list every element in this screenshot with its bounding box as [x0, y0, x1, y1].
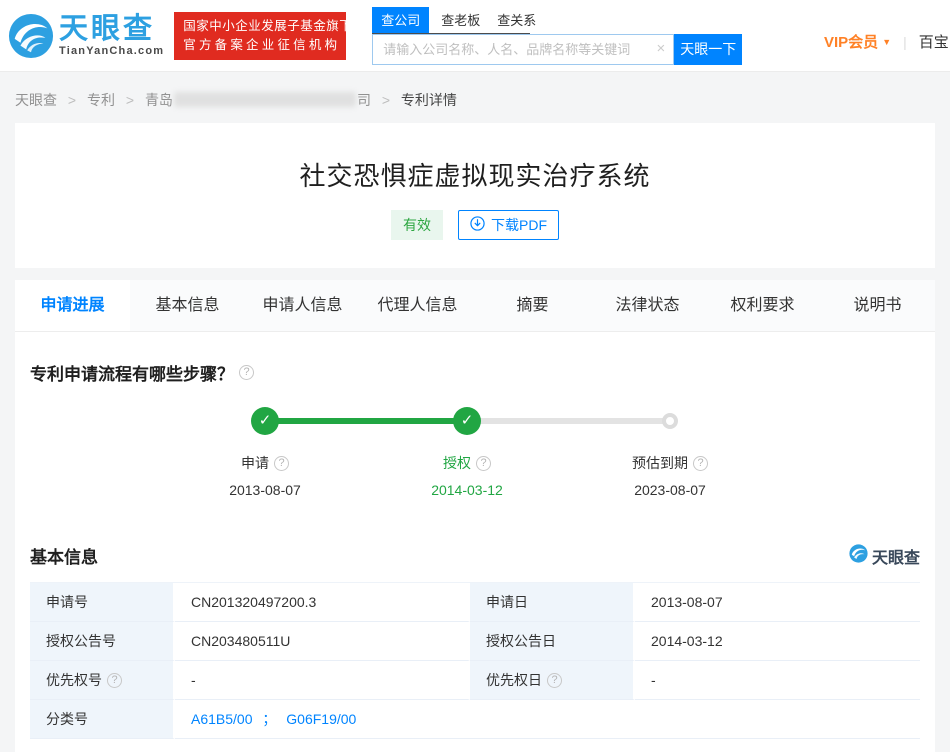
tab-abstract[interactable]: 摘要 — [475, 280, 590, 331]
grant-publication-date: 2014-03-12 — [635, 622, 920, 661]
redacted-company-name — [173, 92, 356, 107]
tianyancha-swirl-icon — [8, 13, 54, 59]
breadcrumb: 天眼查 > 专利 > 青岛司 > 专利详情 — [0, 72, 950, 123]
table-label: 分类号 — [30, 700, 175, 739]
breadcrumb-company[interactable]: 青岛司 — [145, 92, 371, 108]
patent-title-card: 社交恐惧症虚拟现实治疗系统 有效 下载PDF — [15, 123, 935, 268]
priority-number: - — [175, 661, 470, 700]
basic-info-section-title: 基本信息 — [30, 548, 98, 567]
progress-section-title: 专利申请流程有哪些步骤？ — [30, 365, 234, 384]
clear-icon[interactable]: × — [656, 40, 665, 57]
breadcrumb-separator: > — [125, 92, 135, 108]
tab-applicant-info[interactable]: 申请人信息 — [245, 280, 360, 331]
grant-publication-number: CN203480511U — [175, 622, 470, 661]
watermark-text: 天眼查 — [871, 549, 920, 567]
badge-line2: 官方备案企业征信机构 — [183, 37, 341, 52]
classification-numbers: A61B5/00 ； G06F19/00 — [175, 700, 920, 739]
brand-domain: TianYanCha.com — [59, 45, 165, 57]
patent-detail-card: 申请进展 基本信息 申请人信息 代理人信息 摘要 法律状态 权利要求 说明书 专… — [15, 280, 935, 752]
status-badge: 有效 — [391, 210, 443, 240]
breadcrumb-separator: > — [67, 92, 77, 108]
table-label: 授权公告号 — [30, 622, 175, 661]
timeline-step-application: 申请 ? 2013-08-07 — [180, 453, 350, 498]
application-date-value: 2013-08-07 — [635, 583, 920, 622]
download-pdf-button[interactable]: 下载PDF — [458, 210, 559, 240]
search-tab-boss[interactable]: 查老板 — [441, 7, 480, 33]
check-circle-icon: ✓ — [251, 407, 279, 435]
header-search-area: 查公司 查老板 查关系 × 天眼一下 — [372, 6, 743, 65]
detail-tabs: 申请进展 基本信息 申请人信息 代理人信息 摘要 法律状态 权利要求 说明书 — [15, 280, 935, 332]
table-label: 申请号 — [30, 583, 175, 622]
breadcrumb-current: 专利详情 — [400, 92, 457, 108]
classification-link[interactable]: G06F19/00 — [286, 711, 356, 727]
search-tab-company[interactable]: 查公司 — [372, 6, 430, 33]
site-header: 天眼查 TianYanCha.com 国家中小企业发展子基金旗下 官方备案企业征… — [0, 0, 950, 72]
breadcrumb-patent-section[interactable]: 专利 — [87, 92, 115, 108]
application-number: CN201320497200.3 — [175, 583, 470, 622]
caret-down-icon[interactable]: ▼ — [882, 37, 891, 47]
tab-agent-info[interactable]: 代理人信息 — [360, 280, 475, 331]
pending-ring-icon — [662, 413, 678, 429]
treasure-box-link[interactable]: 百宝 — [919, 31, 949, 52]
vip-member-link[interactable]: VIP会员 — [824, 31, 878, 52]
help-icon[interactable]: ? — [476, 455, 491, 471]
classification-link[interactable]: A61B5/00 — [191, 711, 253, 727]
table-label: 优先权号 ? — [30, 661, 175, 700]
priority-date: - — [635, 661, 920, 700]
tab-legal-status[interactable]: 法律状态 — [590, 280, 705, 331]
basic-info-table: 申请号 CN201320497200.3 申请日 2013-08-07 授权公告… — [30, 582, 920, 739]
download-icon — [470, 216, 485, 234]
gov-certification-badge: 国家中小企业发展子基金旗下 官方备案企业征信机构 — [174, 11, 353, 60]
application-date: 2013-08-07 — [229, 482, 301, 498]
tab-specification[interactable]: 说明书 — [820, 280, 935, 331]
tianyancha-swirl-icon — [849, 543, 868, 568]
help-icon[interactable]: ? — [107, 672, 122, 688]
check-circle-icon: ✓ — [453, 407, 481, 435]
table-label: 申请日 — [470, 583, 635, 622]
table-label: 优先权日 ? — [470, 661, 635, 700]
timeline-step-grant: 授权 ? 2014-03-12 — [382, 453, 552, 498]
tab-claims[interactable]: 权利要求 — [705, 280, 820, 331]
breadcrumb-separator: > — [381, 92, 391, 108]
search-button[interactable]: 天眼一下 — [674, 33, 743, 65]
badge-line1: 国家中小企业发展子基金旗下 — [183, 18, 353, 33]
tab-basic-info[interactable]: 基本信息 — [130, 280, 245, 331]
tianyancha-watermark: 天眼查 — [849, 543, 920, 568]
search-tab-relation[interactable]: 查关系 — [497, 7, 536, 33]
help-icon[interactable]: ? — [547, 672, 562, 688]
tab-application-progress[interactable]: 申请进展 — [15, 280, 130, 331]
vertical-divider: | — [903, 33, 907, 50]
timeline-segment-done — [265, 418, 467, 424]
search-input[interactable] — [372, 33, 675, 65]
brand-name: 天眼查 — [59, 13, 156, 45]
search-type-tabs: 查公司 查老板 查关系 — [372, 6, 536, 34]
patent-title: 社交恐惧症虚拟现实治疗系统 — [299, 161, 651, 191]
help-icon[interactable]: ? — [239, 365, 254, 380]
help-icon[interactable]: ? — [693, 455, 708, 471]
grant-date: 2014-03-12 — [431, 482, 503, 498]
tianyancha-logo[interactable]: 天眼查 TianYanCha.com — [8, 13, 164, 59]
breadcrumb-home[interactable]: 天眼查 — [15, 92, 57, 108]
table-label: 授权公告日 — [470, 622, 635, 661]
link-separator: ； — [262, 711, 277, 727]
timeline-step-expiry: 预估到期 ? 2023-08-07 — [585, 453, 755, 498]
estimated-expiry-date: 2023-08-07 — [634, 482, 706, 498]
help-icon[interactable]: ? — [274, 455, 289, 471]
patent-timeline: ✓ ✓ 申请 ? 2013-08-07 授权 ? 2014-03-12 预估到期 — [30, 407, 920, 519]
header-right: VIP会员 ▼ | 百宝 — [824, 31, 949, 52]
timeline-segment-pending — [467, 418, 670, 424]
